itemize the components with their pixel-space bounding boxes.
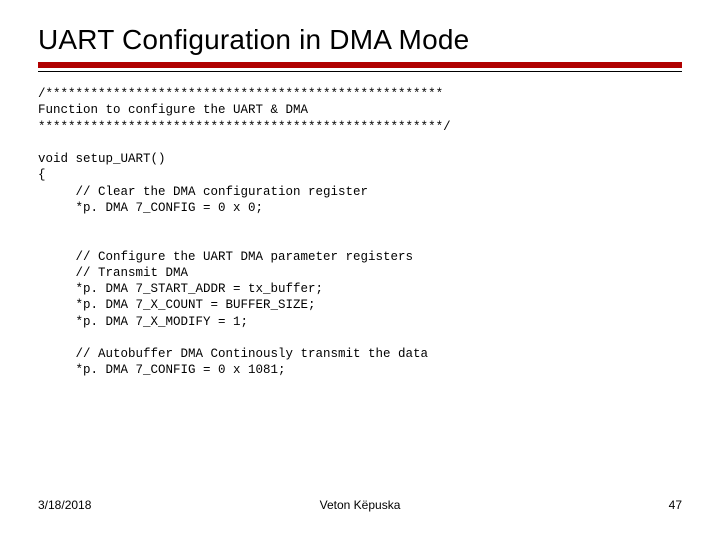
code-line: *p. DMA 7_X_COUNT = BUFFER_SIZE; [38, 298, 316, 312]
title-rule-thin [38, 71, 682, 72]
slide-title: UART Configuration in DMA Mode [38, 24, 682, 56]
code-line: void setup_UART() [38, 152, 166, 166]
code-line: *p. DMA 7_CONFIG = 0 x 1081; [38, 363, 286, 377]
slide: UART Configuration in DMA Mode /********… [0, 0, 720, 540]
title-rule-thick [38, 62, 682, 68]
footer-author: Veton Këpuska [320, 498, 401, 512]
footer-page-number: 47 [669, 498, 682, 512]
slide-footer: 3/18/2018 Veton Këpuska 47 [38, 498, 682, 512]
code-line: *p. DMA 7_X_MODIFY = 1; [38, 315, 248, 329]
code-line: // Transmit DMA [38, 266, 188, 280]
code-line: Function to configure the UART & DMA [38, 103, 308, 117]
code-line: { [38, 168, 46, 182]
footer-date: 3/18/2018 [38, 498, 91, 512]
code-line: /***************************************… [38, 87, 443, 101]
code-line: // Autobuffer DMA Continously transmit t… [38, 347, 428, 361]
code-line: ****************************************… [38, 120, 451, 134]
code-line: // Configure the UART DMA parameter regi… [38, 250, 413, 264]
code-line: *p. DMA 7_START_ADDR = tx_buffer; [38, 282, 323, 296]
code-block: /***************************************… [38, 86, 682, 379]
code-line: *p. DMA 7_CONFIG = 0 x 0; [38, 201, 263, 215]
code-line: // Clear the DMA configuration register [38, 185, 368, 199]
